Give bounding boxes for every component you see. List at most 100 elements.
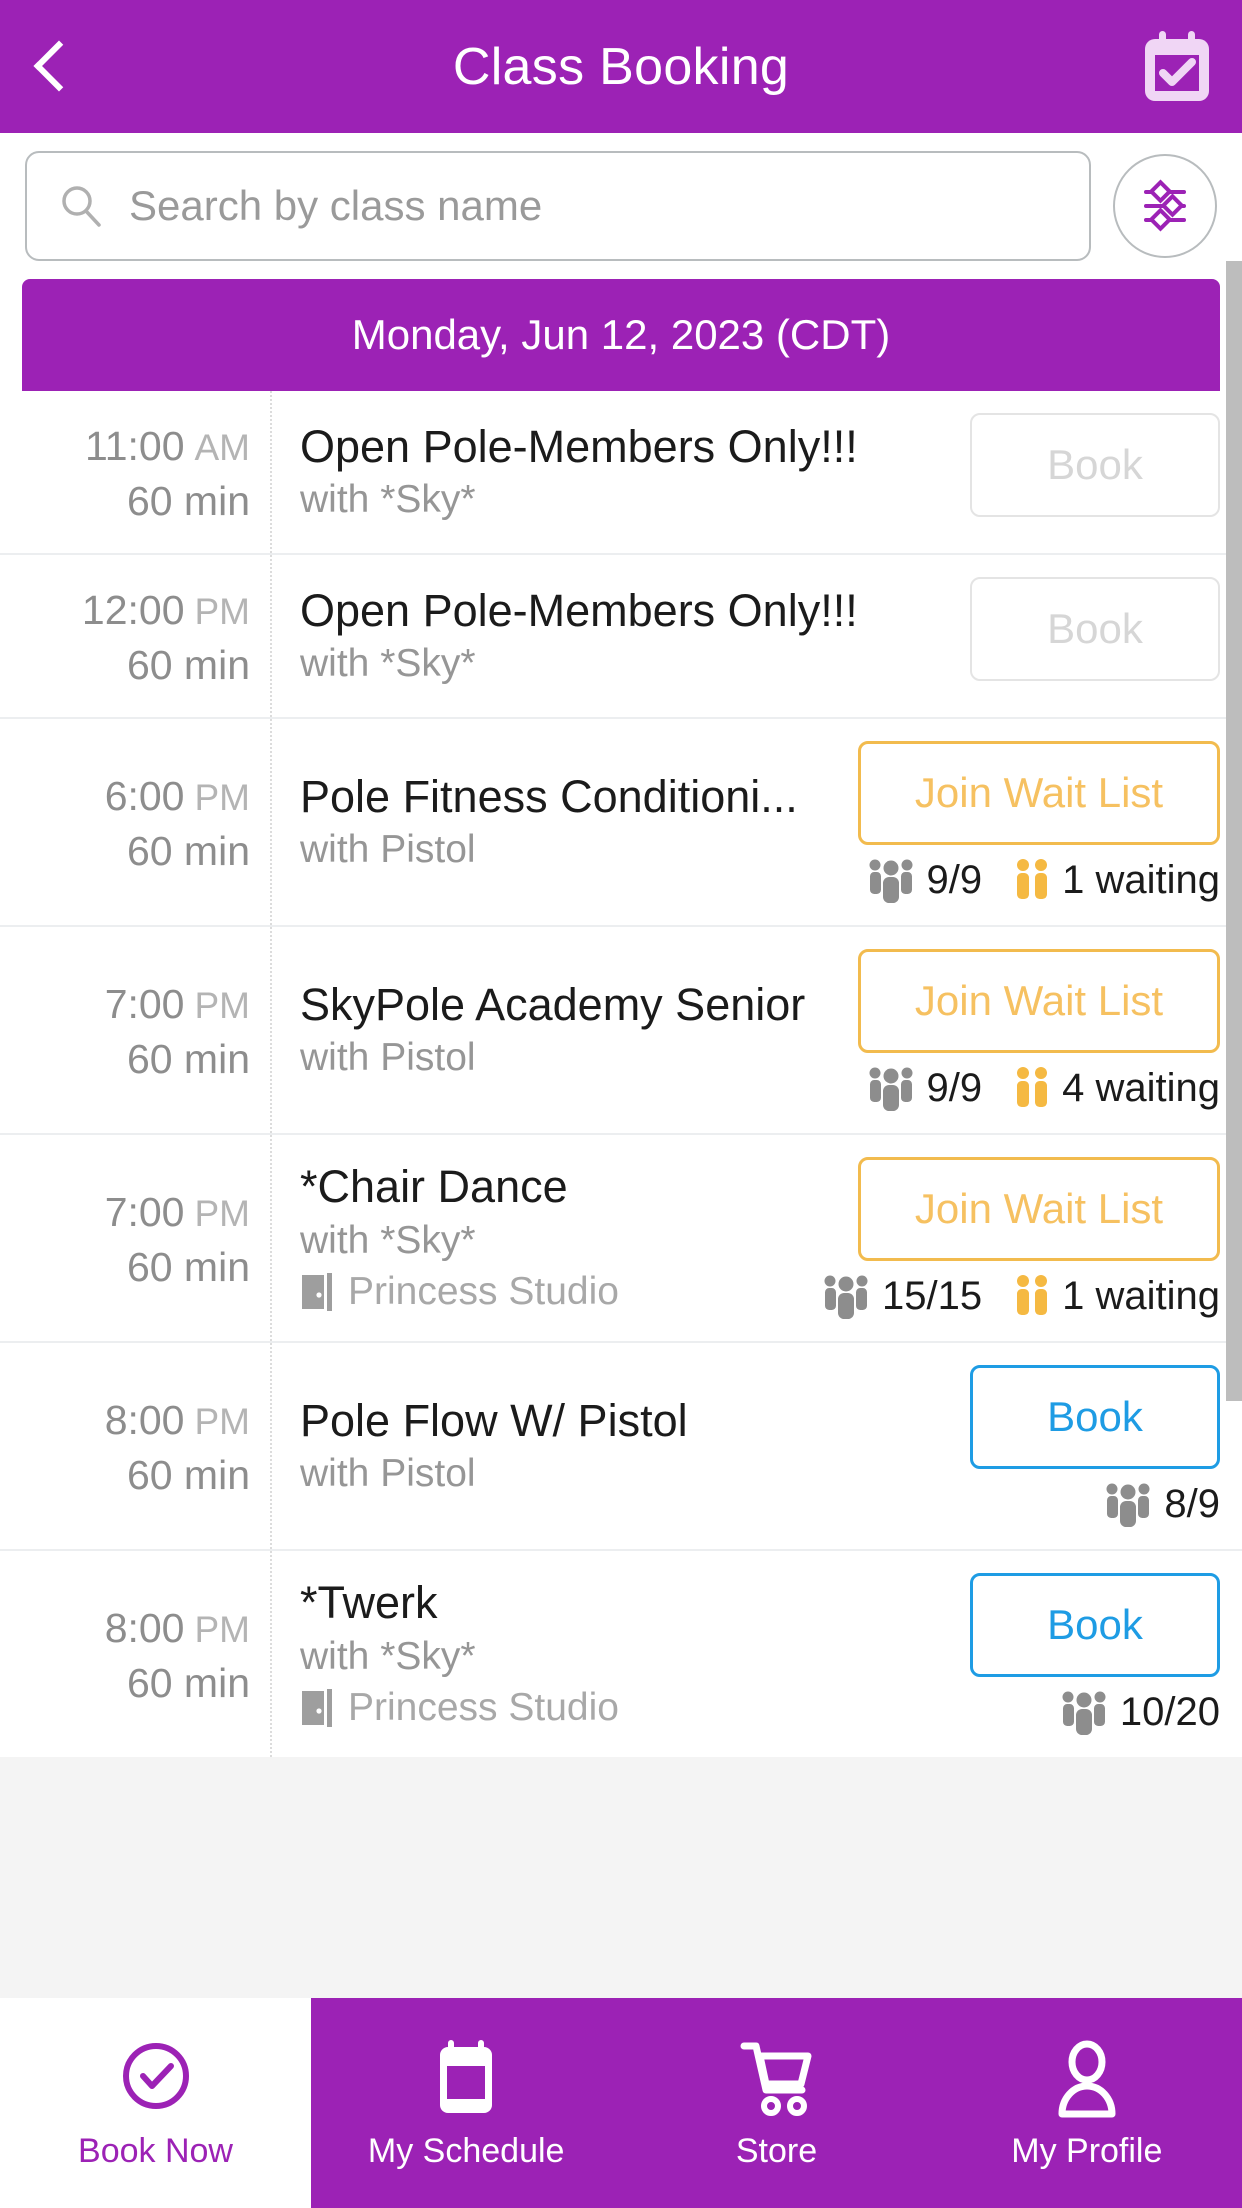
class-instructor: with *Sky* [300, 642, 476, 686]
nav-item-my-profile[interactable]: My Profile [932, 1998, 1242, 2208]
class-list-scroll-area[interactable]: Monday, Jun 12, 2023 (CDT) 11:00 AM 60 min… [0, 261, 1242, 1998]
class-instructor: with Pistol [300, 828, 476, 872]
page-title: Class Booking [452, 37, 790, 96]
class-start-time: 6:00 PM [104, 773, 250, 819]
class-instructor: with Pistol [300, 1036, 476, 1080]
class-body: *Twerk with *Sky* Princess Studio Book 10/20 [272, 1551, 1242, 1757]
class-time-column: 8:00 PM 60 min [0, 1551, 272, 1757]
class-actions: Book 10/20 [970, 1573, 1242, 1735]
class-row[interactable]: 8:00 PM 60 min *Twerk with *Sky* Princess Stu… [0, 1551, 1242, 1757]
class-time-column: 8:00 PM 60 min [0, 1343, 272, 1549]
class-time-ampm: PM [194, 591, 251, 632]
class-instructor: with *Sky* [300, 478, 476, 522]
class-row[interactable]: 12:00 PM 60 min Open Pole-Members Only!!! wi… [0, 555, 1242, 719]
search-icon [62, 186, 101, 227]
class-duration: 60 min [126, 1036, 250, 1082]
calendar-check-button[interactable] [1112, 0, 1242, 133]
enrolled-group: 15/15 [820, 1273, 982, 1319]
door-icon [302, 1689, 332, 1728]
class-time-ampm: PM [194, 1401, 251, 1442]
nav-item-store[interactable]: Store [621, 1998, 931, 2208]
class-actions: Book [970, 577, 1242, 695]
waiting-group: 4 waiting [1012, 1065, 1220, 1111]
class-row[interactable]: 8:00 PM 60 min Pole Flow W/ Pistol with Pist… [0, 1343, 1242, 1551]
bottom-navigation: Book Now My Schedule Store My Profile [0, 1998, 1242, 2208]
waiting-group: 1 waiting [1012, 1273, 1220, 1319]
search-input[interactable]: Search by class name [25, 151, 1091, 261]
waiting-group: 1 waiting [1012, 857, 1220, 903]
class-actions: Join Wait List 9/9 1 waiting [858, 741, 1242, 903]
class-duration: 60 min [126, 1244, 250, 1290]
class-capacity: 10/20 [1058, 1689, 1220, 1735]
class-actions: Book 8/9 [970, 1365, 1242, 1527]
class-name: *Twerk [300, 1577, 438, 1629]
door-icon [302, 1273, 332, 1312]
calendar-icon [440, 2040, 493, 2113]
class-time-column: 7:00 PM 60 min [0, 1135, 272, 1341]
class-duration: 60 min [126, 1660, 250, 1706]
class-actions: Join Wait List 15/15 1 waiting [820, 1157, 1242, 1319]
two-people-icon [1017, 859, 1048, 899]
class-capacity: 9/9 1 waiting [865, 857, 1220, 903]
scrollbar-thumb[interactable] [1226, 261, 1242, 1401]
class-duration: 60 min [126, 478, 250, 524]
class-name: Open Pole-Members Only!!! [300, 420, 858, 472]
book-button: Book [970, 413, 1220, 517]
filter-button[interactable] [1113, 154, 1217, 258]
class-actions: Join Wait List 9/9 4 waiting [858, 949, 1242, 1111]
three-people-icon [1062, 1691, 1106, 1735]
two-people-icon [1017, 1275, 1048, 1315]
class-start-time: 11:00 AM [84, 423, 251, 469]
class-row[interactable]: 6:00 PM 60 min Pole Fitness Conditioni... wi… [0, 719, 1242, 927]
book-button[interactable]: Book [970, 1573, 1220, 1677]
enrolled-count: 10/20 [1119, 1689, 1220, 1734]
class-actions: Book [970, 413, 1242, 531]
book-button: Book [970, 577, 1220, 681]
class-time-column: 7:00 PM 60 min [0, 927, 272, 1133]
nav-item-label: My Profile [1011, 2132, 1163, 2170]
class-body: Pole Fitness Conditioni... with Pistol Joi… [272, 719, 1242, 925]
class-name: Pole Fitness Conditioni... [300, 770, 798, 822]
join-wait-list-button[interactable]: Join Wait List [858, 741, 1220, 845]
class-info: Pole Fitness Conditioni... with Pistol [300, 741, 858, 903]
waiting-count: 4 waiting [1062, 1065, 1220, 1110]
class-name: *Chair Dance [300, 1161, 568, 1213]
class-body: SkyPole Academy Senior with Pistol Join Wa… [272, 927, 1242, 1133]
class-location-label: Princess Studio [348, 1269, 619, 1313]
back-button[interactable] [0, 0, 100, 133]
nav-item-label: Book Now [78, 2132, 233, 2170]
nav-item-label: Store [735, 2132, 818, 2170]
waiting-count: 1 waiting [1062, 1273, 1220, 1318]
class-duration: 60 min [126, 828, 250, 874]
class-capacity: 15/15 1 waiting [820, 1273, 1220, 1319]
class-body: Open Pole-Members Only!!! with *Sky* Book [272, 555, 1242, 717]
class-row[interactable]: 7:00 PM 60 min *Chair Dance with *Sky* Prince… [0, 1135, 1242, 1343]
waiting-count: 1 waiting [1062, 857, 1220, 902]
join-wait-list-button[interactable]: Join Wait List [858, 949, 1220, 1053]
class-row[interactable]: 7:00 PM 60 min SkyPole Academy Senior with P… [0, 927, 1242, 1135]
circle-check-icon [122, 2043, 189, 2109]
class-start-time: 12:00 PM [81, 587, 251, 633]
class-time-column: 6:00 PM 60 min [0, 719, 272, 925]
class-capacity: 8/9 [1102, 1481, 1220, 1527]
class-row[interactable]: 11:00 AM 60 min Open Pole-Members Only!!! wi… [0, 391, 1242, 555]
class-info: *Chair Dance with *Sky* Princess Studio [300, 1157, 820, 1319]
sliders-filter-icon [1144, 179, 1186, 232]
join-wait-list-button[interactable]: Join Wait List [858, 1157, 1220, 1261]
three-people-icon [869, 1067, 913, 1111]
nav-item-my-schedule[interactable]: My Schedule [311, 1998, 621, 2208]
class-time-column: 12:00 PM 60 min [0, 555, 272, 717]
class-instructor: with *Sky* [300, 1635, 476, 1679]
class-time-ampm: PM [194, 1193, 251, 1234]
enrolled-count: 8/9 [1164, 1481, 1220, 1526]
class-start-time: 7:00 PM [104, 1189, 251, 1235]
enrolled-group: 8/9 [1102, 1481, 1220, 1527]
class-location: Princess Studio [300, 1270, 820, 1315]
scrollbar[interactable] [1226, 261, 1242, 1998]
three-people-icon [1106, 1483, 1150, 1527]
book-button[interactable]: Book [970, 1365, 1220, 1469]
nav-item-book-now[interactable]: Book Now [0, 1998, 311, 2208]
class-time-ampm: PM [194, 1609, 251, 1650]
class-instructor: with Pistol [300, 1452, 476, 1496]
class-time-ampm: AM [194, 427, 251, 468]
